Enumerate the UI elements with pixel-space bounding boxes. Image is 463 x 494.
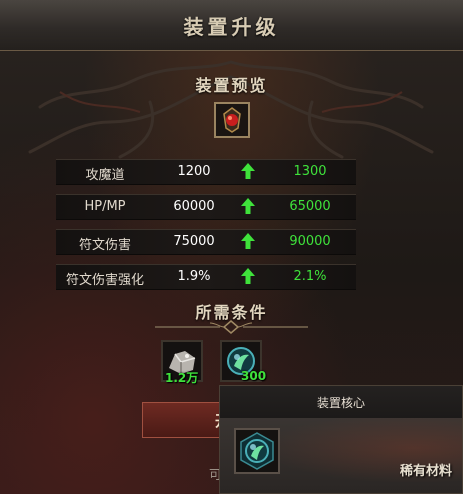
tooltip-title: 装置核心	[220, 386, 462, 419]
stat-next-value: 2.1%	[293, 269, 327, 284]
item-tooltip: 装置核心 稀有材料	[219, 385, 463, 494]
teal-core-orb-icon	[240, 432, 274, 470]
preview-title: 装置预览	[195, 76, 268, 95]
stat-current-value: 1200	[177, 164, 211, 179]
stat-row-rune-damage-boost: 符文伤害强化 1.9% 2.1%	[56, 264, 356, 290]
rarity-label: 稀有材料	[399, 464, 452, 479]
stat-label: HP/MP	[84, 199, 126, 214]
material-count-core: 300	[241, 369, 267, 383]
tooltip-body: 稀有材料	[220, 418, 462, 493]
tooltip-item-slot	[234, 428, 280, 474]
stat-row-rune-damage: 符文伤害 75000 90000	[56, 229, 356, 255]
arrow-up-icon	[240, 267, 260, 289]
stat-label: 符文伤害强化	[65, 273, 144, 288]
stat-label: 攻魔道	[85, 168, 125, 183]
title-bar: 装置升级	[0, 0, 463, 51]
arrow-up-icon	[240, 232, 260, 254]
stat-row-attack: 攻魔道 1200 1300	[56, 159, 356, 185]
stat-current-value: 1.9%	[177, 269, 211, 284]
stat-label: 符文伤害	[78, 238, 131, 253]
stat-next-value: 90000	[289, 234, 331, 249]
stat-row-hp-mp: HP/MP 60000 65000	[56, 194, 356, 220]
stat-next-value: 1300	[293, 164, 327, 179]
stat-current-value: 60000	[173, 199, 215, 214]
stat-next-value: 65000	[289, 199, 331, 214]
red-gem-amulet-icon	[223, 107, 241, 133]
arrow-up-icon	[240, 162, 260, 184]
preview-item-slot[interactable]	[214, 102, 250, 138]
stat-current-value: 75000	[173, 234, 215, 249]
ornament-divider	[155, 320, 308, 334]
upgrade-panel: 装置升级 装置预览 攻魔道 1200 1300 HP/MP 60000 6500…	[0, 0, 463, 494]
material-count-silver: 1.2万	[165, 371, 199, 385]
window-title: 装置升级	[183, 14, 280, 39]
arrow-up-icon	[240, 197, 260, 219]
